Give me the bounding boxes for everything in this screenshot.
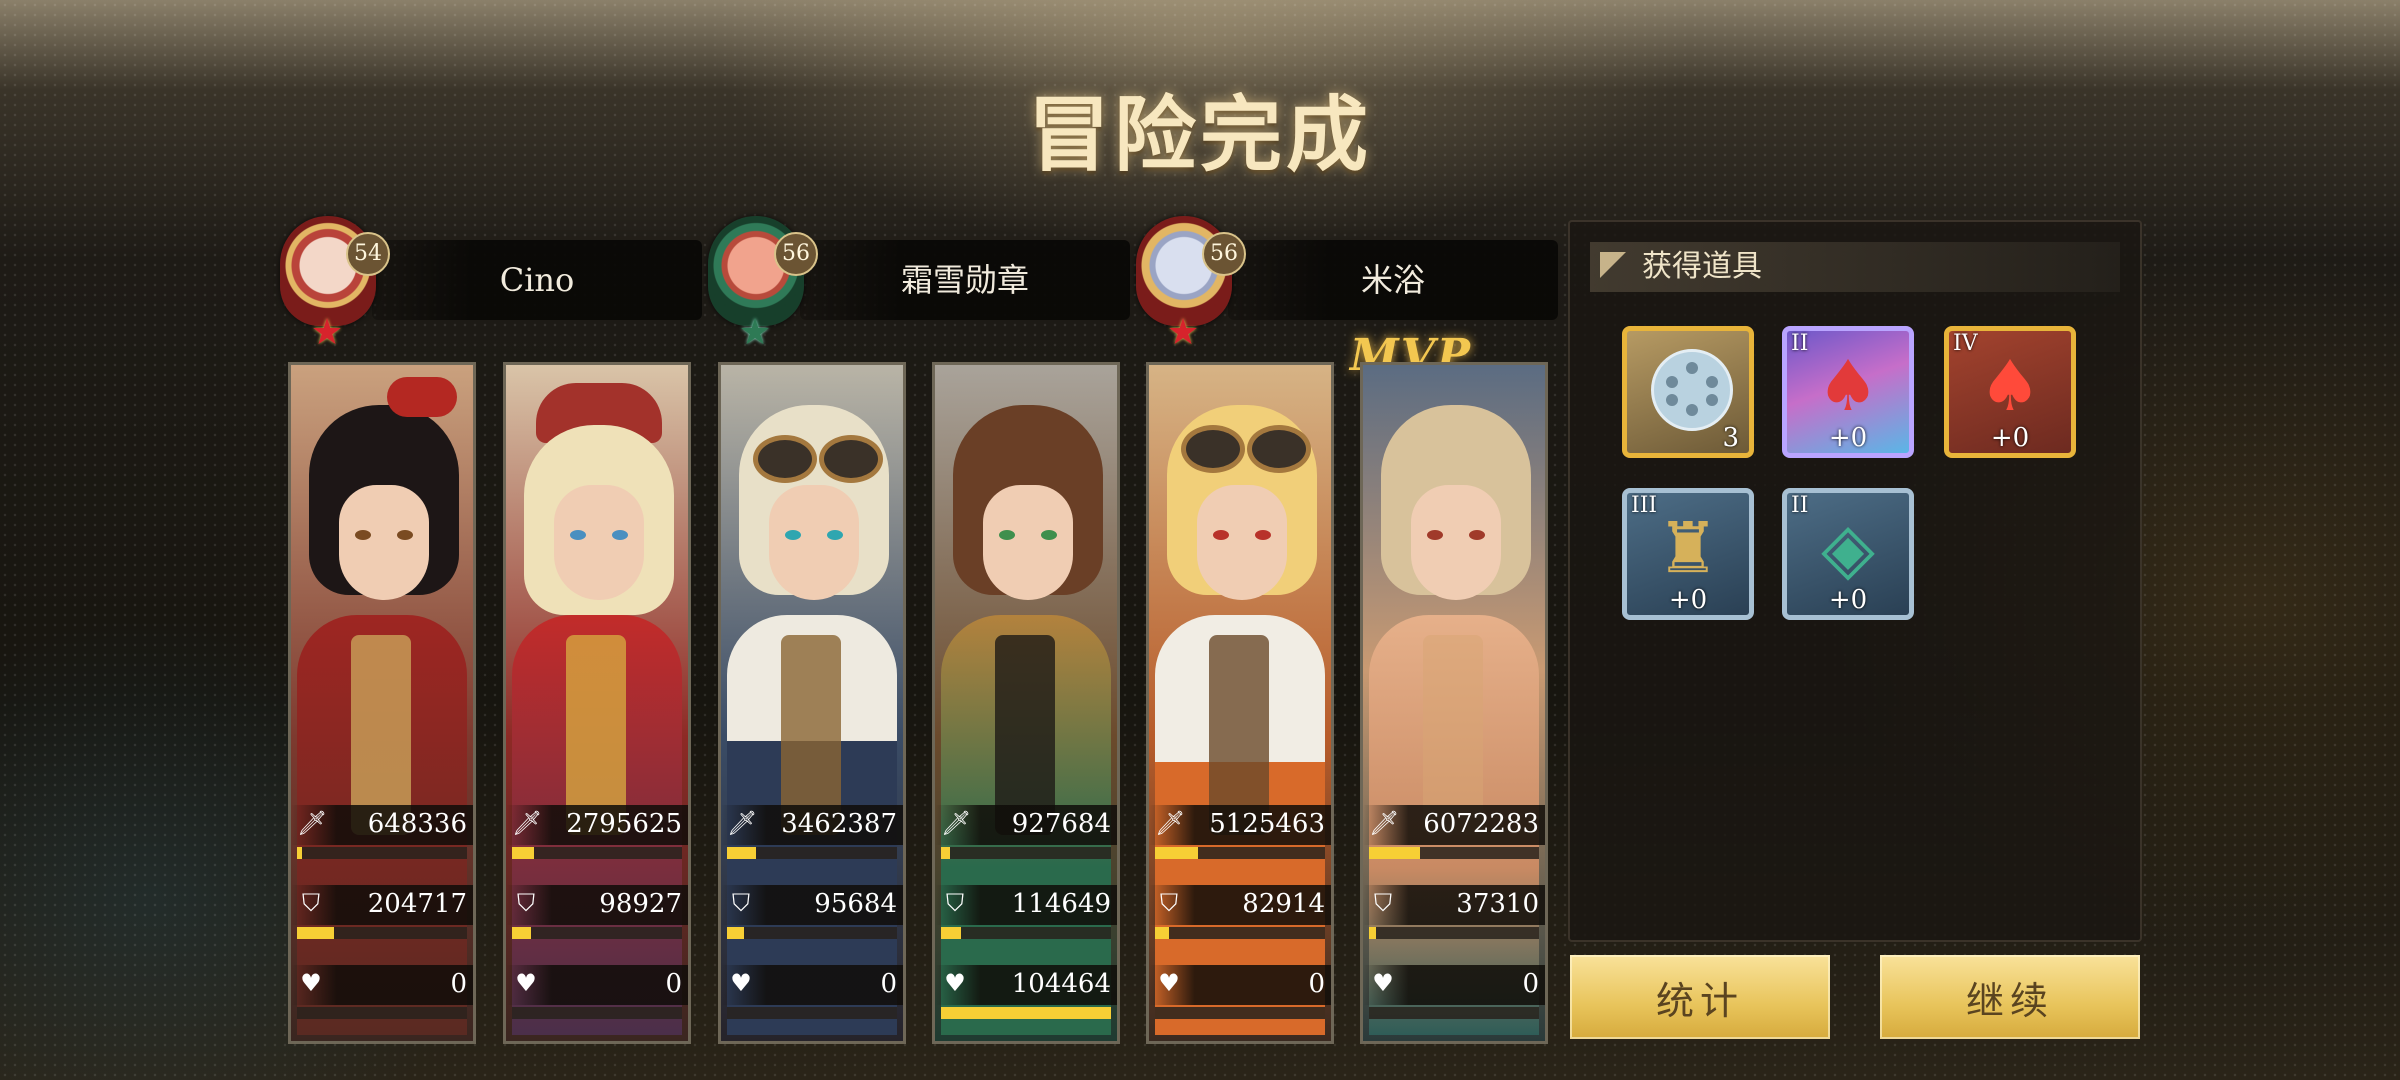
- player-header-2: 霜雪勋章 ★ 56: [700, 208, 1135, 351]
- sword-icon: 🗡: [297, 809, 328, 837]
- film-reel-icon: [1651, 349, 1733, 431]
- items-panel-title: 获得道具: [1642, 249, 1762, 284]
- defense-bar: [297, 927, 335, 939]
- item-count: +0: [1668, 585, 1708, 615]
- jade-coin-icon: ◈: [1821, 507, 1875, 589]
- item-jade-coin[interactable]: II ◈ +0: [1782, 488, 1914, 620]
- heal-stat: ♥ 0: [721, 965, 903, 1041]
- item-card-suit-ii[interactable]: II ♠ +0: [1782, 326, 1914, 458]
- hero-card-2[interactable]: 🗡 2795625 ⛉ 98927 ♥ 0: [503, 362, 691, 1044]
- shield-icon: ⛉: [946, 889, 964, 917]
- card-suit-icon: ♠: [1816, 345, 1880, 427]
- attack-stat: 🗡 648336: [291, 805, 473, 885]
- sword-icon: 🗡: [512, 809, 543, 837]
- hero-card-3[interactable]: 🗡 3462387 ⛉ 95684 ♥ 0: [718, 362, 906, 1044]
- defense-stat: ⛉ 204717: [291, 885, 473, 965]
- item-anubis-idol[interactable]: III ♜ +0: [1622, 488, 1754, 620]
- heart-plus-icon: ♥: [515, 969, 537, 997]
- heal-stat: ♥ 0: [291, 965, 473, 1041]
- player-avatar[interactable]: ★: [272, 208, 382, 354]
- defense-stat: ⛉ 37310: [1363, 885, 1545, 965]
- heart-plus-icon: ♥: [300, 969, 322, 997]
- star-icon: ★: [738, 312, 772, 353]
- heart-plus-icon: ♥: [730, 969, 752, 997]
- defense-bar: [941, 927, 962, 939]
- heal-stat: ♥ 0: [506, 965, 688, 1041]
- defense-stat: ⛉ 95684: [721, 885, 903, 965]
- star-icon: ★: [1166, 312, 1200, 353]
- shield-icon: ⛉: [1374, 889, 1392, 917]
- page-title: 冒险完成: [1027, 87, 1372, 183]
- shield-icon: ⛉: [517, 889, 535, 917]
- item-film-reel[interactable]: 3: [1622, 326, 1754, 458]
- hero-card-6[interactable]: 🗡 6072283 ⛉ 37310 ♥ 0: [1360, 362, 1548, 1044]
- defense-bar: [1369, 927, 1376, 939]
- attack-bar: [727, 847, 756, 859]
- heal-stat: ♥ 0: [1363, 965, 1545, 1041]
- sword-icon: 🗡: [941, 809, 972, 837]
- item-card-suit-iv[interactable]: IV ♠ +0: [1944, 326, 2076, 458]
- defense-bar: [727, 927, 744, 939]
- star-icon: ★: [310, 312, 344, 353]
- sword-icon: 🗡: [1369, 809, 1400, 837]
- attack-bar: [941, 847, 950, 859]
- attack-bar: [512, 847, 535, 859]
- defense-bar: [512, 927, 531, 939]
- shield-icon: ⛉: [1160, 889, 1178, 917]
- shield-icon: ⛉: [302, 889, 320, 917]
- defense-bar: [1155, 927, 1169, 939]
- player-name: 霜雪勋章: [900, 261, 1029, 299]
- heal-bar: [941, 1007, 1111, 1019]
- continue-button[interactable]: 继续: [1880, 955, 2140, 1039]
- hero-card-4[interactable]: 🗡 927684 ⛉ 114649 ♥ 104464: [932, 362, 1120, 1044]
- player-avatar[interactable]: ★: [1128, 208, 1238, 354]
- shield-icon: ⛉: [732, 889, 750, 917]
- player-name: 米浴: [1360, 261, 1425, 299]
- attack-stat: 🗡 927684: [935, 805, 1117, 885]
- defense-stat: ⛉ 98927: [506, 885, 688, 965]
- attack-stat: 🗡 5125463: [1149, 805, 1331, 885]
- player-level-badge: 56: [774, 232, 818, 276]
- heal-stat: ♥ 0: [1149, 965, 1331, 1041]
- item-count: +0: [1990, 423, 2030, 453]
- card-suit-icon: ♠: [1978, 345, 2042, 427]
- items-panel: 获得道具 3 II ♠ +0 IV ♠ +0 III ♜ +0 II ◈ +0: [1568, 220, 2142, 942]
- player-avatar[interactable]: ★: [700, 208, 810, 354]
- sword-icon: 🗡: [1155, 809, 1186, 837]
- items-panel-header: 获得道具: [1590, 242, 2120, 292]
- corner-triangle-icon: [1600, 252, 1626, 278]
- defense-stat: ⛉ 114649: [935, 885, 1117, 965]
- attack-stat: 🗡 3462387: [721, 805, 903, 885]
- item-count: +0: [1828, 585, 1868, 615]
- player-header-1: Cino ★ 54: [272, 208, 707, 351]
- attack-stat: 🗡 6072283: [1363, 805, 1545, 885]
- heal-stat: ♥ 104464: [935, 965, 1117, 1041]
- heart-plus-icon: ♥: [944, 969, 966, 997]
- attack-bar: [297, 847, 303, 859]
- stats-button[interactable]: 统计: [1570, 955, 1830, 1039]
- item-count: +0: [1828, 423, 1868, 453]
- hero-card-1[interactable]: 🗡 648336 ⛉ 204717 ♥ 0: [288, 362, 476, 1044]
- heart-plus-icon: ♥: [1372, 969, 1394, 997]
- attack-bar: [1155, 847, 1198, 859]
- sword-icon: 🗡: [727, 809, 758, 837]
- item-count: 3: [1722, 423, 1739, 453]
- hero-card-5[interactable]: 🗡 5125463 ⛉ 82914 ♥ 0: [1146, 362, 1334, 1044]
- attack-bar: [1369, 847, 1420, 859]
- player-name: Cino: [499, 261, 575, 299]
- player-level-badge: 56: [1202, 232, 1246, 276]
- attack-stat: 🗡 2795625: [506, 805, 688, 885]
- player-header-3: 米浴 ★ 56: [1128, 208, 1563, 351]
- defense-stat: ⛉ 82914: [1149, 885, 1331, 965]
- anubis-idol-icon: ♜: [1656, 507, 1720, 589]
- player-level-badge: 54: [346, 232, 390, 276]
- heart-plus-icon: ♥: [1158, 969, 1180, 997]
